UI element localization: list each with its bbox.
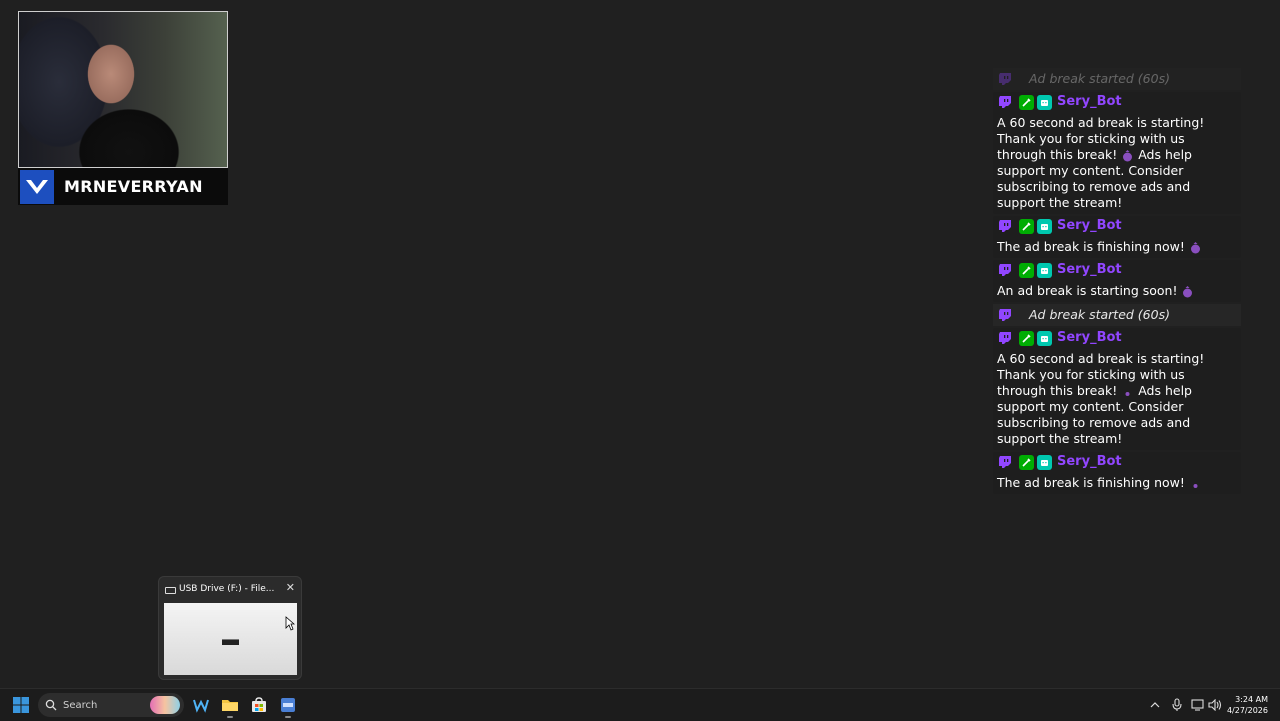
preview-dialog [222, 639, 239, 645]
webcam-overlay: MRNEVERRYAN [18, 11, 228, 205]
money-bag-emote-icon [1189, 241, 1202, 254]
message-header: Sery_Bot [993, 328, 1241, 348]
moderator-badge-icon [1019, 454, 1034, 470]
network-icon[interactable] [1191, 697, 1205, 713]
chat-message: Sery_Bot A 60 second ad break is startin… [993, 92, 1241, 214]
message-text: A 60 second ad break is starting! Thank … [997, 115, 1205, 210]
twitch-icon [999, 332, 1011, 344]
system-clock[interactable]: 3:24 AM 4/27/2026 [1227, 694, 1268, 716]
message-header: Sery_Bot [993, 92, 1241, 112]
chat-message: Sery_Bot A 60 second ad break is startin… [993, 328, 1241, 450]
moderator-badge-icon [1019, 330, 1034, 346]
twitch-icon [999, 96, 1011, 108]
search-highlight-icon[interactable] [150, 696, 180, 714]
microsoft-store-icon[interactable] [249, 695, 269, 715]
twitch-icon [999, 264, 1011, 276]
taskbar-thumbnail-preview[interactable]: USB Drive (F:) - File... ✕ [158, 576, 302, 680]
event-text: Ad break started (60s) [1029, 71, 1170, 86]
chat-event-faded: Ad break started (60s) [993, 68, 1241, 90]
close-icon[interactable]: ✕ [286, 581, 295, 594]
webcam-nameplate: MRNEVERRYAN [18, 168, 228, 205]
streamer-logo-icon [20, 169, 54, 204]
event-text: Ad break started (60s) [1029, 307, 1170, 322]
search-input[interactable]: Search [38, 693, 184, 717]
chat-username: Sery_Bot [1057, 330, 1122, 345]
active-indicator [227, 716, 233, 718]
widgets-app-icon[interactable] [191, 695, 211, 715]
moderator-badge-icon [1019, 218, 1034, 234]
money-bag-emote-icon [1121, 385, 1134, 398]
chat-username: Sery_Bot [1057, 218, 1122, 233]
bot-badge-icon [1037, 454, 1052, 470]
message-text: An ad break is starting soon! [993, 280, 1241, 302]
window-preview[interactable] [164, 603, 297, 675]
bot-badge-icon [1037, 218, 1052, 234]
taskbar: Search 3:24 AM 4/27/2026 [0, 688, 1280, 721]
file-explorer-icon[interactable] [220, 695, 240, 718]
streamer-name: MRNEVERRYAN [64, 177, 203, 196]
start-button[interactable] [11, 695, 31, 715]
message-header: Sery_Bot [993, 216, 1241, 236]
money-bag-emote-icon [1121, 149, 1134, 162]
twitch-icon [999, 220, 1011, 232]
chat-message: Sery_Bot The ad break is finishing now! [993, 452, 1241, 494]
money-bag-emote-icon [1189, 477, 1202, 490]
chat-username: Sery_Bot [1057, 454, 1122, 469]
message-header: Sery_Bot [993, 260, 1241, 280]
show-hidden-icons-button[interactable] [1150, 697, 1160, 713]
bot-badge-icon [1037, 330, 1052, 346]
active-indicator [285, 716, 291, 718]
chat-event: Ad break started (60s) [993, 304, 1241, 326]
chevron-up-icon [1150, 702, 1160, 708]
twitch-icon [999, 309, 1011, 321]
chat-overlay: Ad break started (60s) Sery_Bot A 60 sec… [993, 68, 1241, 496]
message-header: Sery_Bot [993, 452, 1241, 472]
message-text: The ad break is finishing now! [993, 472, 1241, 494]
drive-icon [165, 587, 176, 594]
message-text: The ad break is finishing now! [993, 236, 1241, 258]
moderator-badge-icon [1019, 262, 1034, 278]
chat-message: Sery_Bot An ad break is starting soon! [993, 260, 1241, 302]
chat-message: Sery_Bot The ad break is finishing now! [993, 216, 1241, 258]
chat-username: Sery_Bot [1057, 262, 1122, 277]
clock-date: 4/27/2026 [1226, 706, 1268, 715]
volume-icon[interactable] [1208, 697, 1222, 713]
streaming-app-icon[interactable] [278, 695, 298, 718]
clock-time: 3:24 AM [1235, 695, 1268, 704]
twitch-icon [999, 73, 1011, 85]
bot-badge-icon [1037, 262, 1052, 278]
search-icon [45, 699, 57, 711]
search-label: Search [63, 699, 98, 711]
moderator-badge-icon [1019, 94, 1034, 110]
money-bag-emote-icon [1181, 285, 1194, 298]
message-text: A 60 second ad break is starting! Thank … [997, 351, 1205, 446]
windows-logo-icon [13, 697, 29, 713]
webcam-video [18, 11, 228, 168]
bot-badge-icon [1037, 94, 1052, 110]
thumbnail-title: USB Drive (F:) - File... [179, 584, 275, 594]
mouse-cursor-icon [285, 616, 295, 631]
microphone-icon[interactable] [1172, 697, 1182, 713]
twitch-icon [999, 456, 1011, 468]
chat-username: Sery_Bot [1057, 94, 1122, 109]
